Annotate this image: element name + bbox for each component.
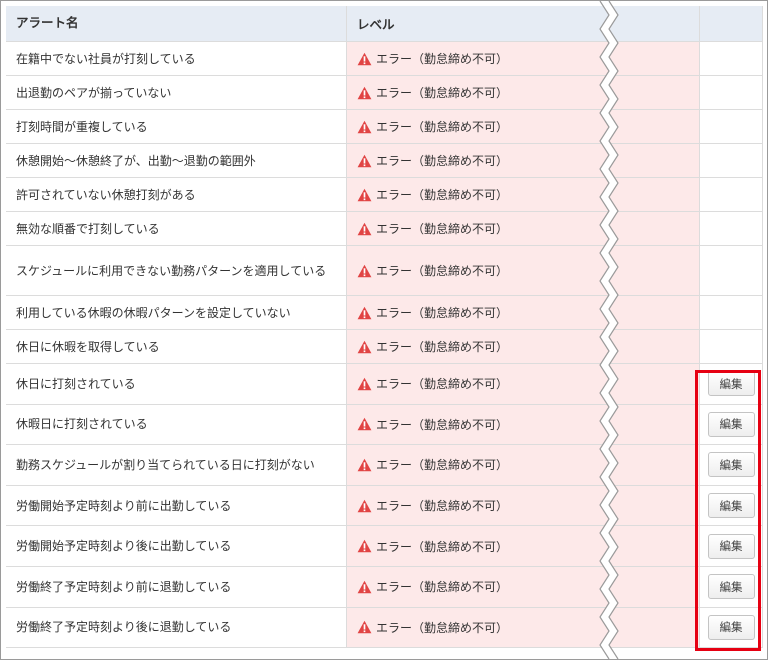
level-text: エラー（勤怠締め不可） [376,458,509,473]
alert-level-cell: エラー（勤怠締め不可） [347,566,700,608]
warning-icon [357,620,372,634]
editable-rows-highlight [695,370,761,651]
column-header-level[interactable]: レベル [347,6,700,42]
warning-icon [357,580,372,594]
warning-icon [357,264,372,278]
alert-level-cell: エラー（勤怠締め不可） [347,526,700,567]
alert-name-cell: 休日に打刻されている [6,364,347,405]
alert-level-cell: エラー（勤怠締め不可） [347,404,700,446]
alert-name-cell: 労働終了予定時刻より後に退勤している [6,607,347,649]
alert-table: アラート名 レベル 在籍中でない社員が打刻している エラー（勤怠締め不可） 出退勤の… [6,6,763,655]
alert-name-cell: 労働終了予定時刻より前に退勤している [6,566,347,608]
alert-name-cell: 休憩開始～休憩終了が、出勤～退勤の範囲外 [6,144,347,178]
alert-name-cell: 利用している休暇の休暇パターンを設定していない [6,296,347,330]
level-text: エラー（勤怠締め不可） [376,306,509,320]
alert-level-cell: エラー（勤怠締め不可） [347,330,700,364]
screenshot-frame: アラート名 レベル 在籍中でない社員が打刻している エラー（勤怠締め不可） 出退勤の… [0,0,768,660]
level-text: エラー（勤怠締め不可） [376,120,509,134]
alert-action-cell [700,110,763,144]
level-text: エラー（勤怠締め不可） [376,377,509,392]
alert-level-cell: エラー（勤怠締め不可） [347,42,700,76]
alert-name-cell: 休暇日に打刻されている [6,404,347,446]
alert-name-cell: 休日に休暇を取得している [6,330,347,364]
alert-name-cell: 労働開始予定時刻より後に出勤している [6,526,347,567]
table-break-zigzag [599,1,619,659]
level-text: エラー（勤怠締め不可） [376,620,509,635]
alert-action-cell [700,246,763,296]
alert-action-cell [700,76,763,110]
alert-level-cell: エラー（勤怠締め不可） [347,485,700,527]
warning-icon [357,154,372,168]
alert-action-cell [700,296,763,330]
level-text: エラー（勤怠締め不可） [376,417,509,432]
warning-icon [357,52,372,66]
alert-level-cell: エラー（勤怠締め不可） [347,212,700,246]
alert-level-cell: エラー（勤怠締め不可） [347,178,700,212]
level-text: エラー（勤怠締め不可） [376,580,509,595]
column-header-action [700,6,763,42]
alert-name-cell: スケジュールに利用できない勤務パターンを適用している [6,246,347,296]
level-text: エラー（勤怠締め不可） [376,86,509,100]
alert-action-cell [700,42,763,76]
warning-icon [357,120,372,134]
level-text: エラー（勤怠締め不可） [376,264,509,278]
alert-level-cell: エラー（勤怠締め不可） [347,445,700,486]
warning-icon [357,539,372,553]
level-text: エラー（勤怠締め不可） [376,539,509,554]
warning-icon [357,499,372,513]
alert-action-cell [700,144,763,178]
level-text: エラー（勤怠締め不可） [376,188,509,202]
alert-level-cell: エラー（勤怠締め不可） [347,607,700,649]
level-text: エラー（勤怠締め不可） [376,222,509,236]
alert-level-cell: エラー（勤怠締め不可） [347,76,700,110]
alert-action-cell [700,212,763,246]
warning-icon [357,458,372,472]
alert-level-cell: エラー（勤怠締め不可） [347,144,700,178]
warning-icon [357,86,372,100]
column-header-alert-name[interactable]: アラート名 [6,6,347,42]
alert-action-cell [700,178,763,212]
alert-level-cell: エラー（勤怠締め不可） [347,110,700,144]
alert-name-cell: 在籍中でない社員が打刻している [6,42,347,76]
warning-icon [357,306,372,320]
alert-name-cell: 勤務スケジュールが割り当てられている日に打刻がない [6,445,347,486]
level-text: エラー（勤怠締め不可） [376,154,509,168]
warning-icon [357,222,372,236]
level-text: エラー（勤怠締め不可） [376,52,509,66]
alert-name-cell: 出退勤のペアが揃っていない [6,76,347,110]
alert-action-cell [700,330,763,364]
warning-icon [357,377,372,391]
warning-icon [357,340,372,354]
warning-icon [357,417,372,431]
alert-name-cell: 打刻時間が重複している [6,110,347,144]
warning-icon [357,188,372,202]
level-text: エラー（勤怠締め不可） [376,340,509,354]
alert-level-cell: エラー（勤怠締め不可） [347,246,700,296]
level-text: エラー（勤怠締め不可） [376,499,509,514]
alert-name-cell: 許可されていない休憩打刻がある [6,178,347,212]
alert-name-cell: 無効な順番で打刻している [6,212,347,246]
alert-level-cell: エラー（勤怠締め不可） [347,296,700,330]
alert-level-cell: エラー（勤怠締め不可） [347,364,700,405]
alert-name-cell: 労働開始予定時刻より前に出勤している [6,485,347,527]
